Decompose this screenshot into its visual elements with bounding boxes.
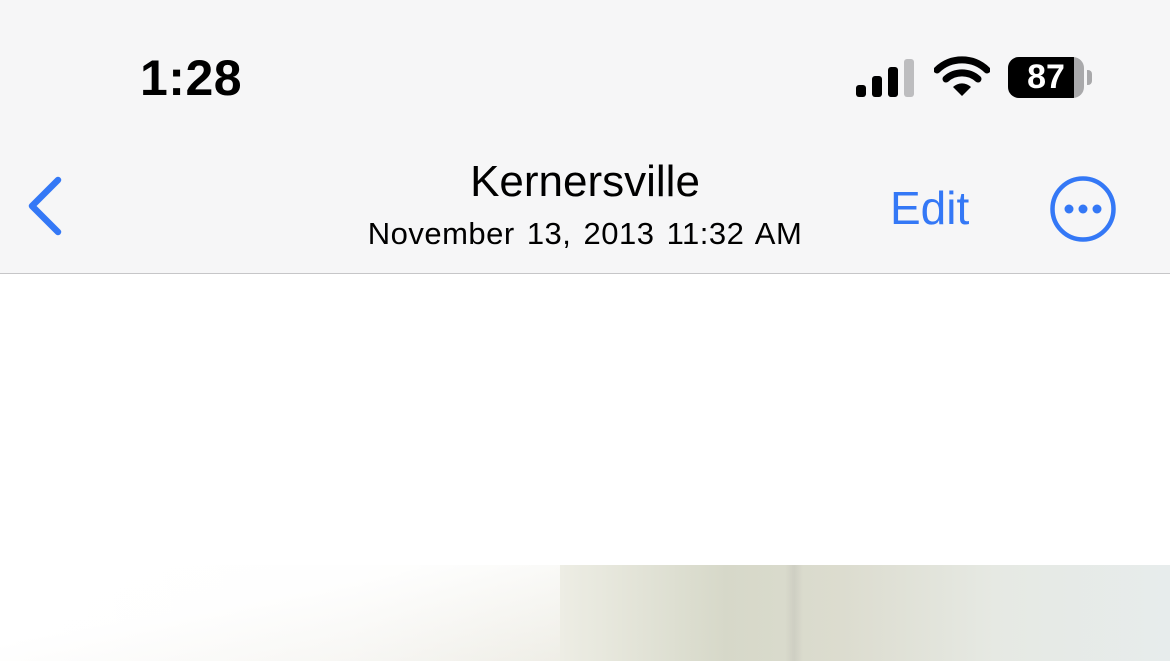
edit-button[interactable]: Edit: [890, 180, 969, 236]
status-time: 1:28: [140, 50, 243, 106]
signal-bar-1: [856, 85, 866, 97]
signal-bar-4: [904, 59, 914, 97]
battery-level: 87: [1027, 58, 1065, 96]
photo-viewer-screen: 1:28 87 Kernersville November 13, 2013 1…: [0, 0, 1170, 661]
photo-image[interactable]: [0, 565, 1170, 661]
ellipsis-circle-icon: [1050, 176, 1116, 242]
signal-bar-2: [872, 76, 882, 97]
cellular-signal-icon: [856, 59, 914, 97]
battery-nub: [1087, 70, 1092, 85]
nav-title: Kernersville: [470, 157, 700, 206]
more-options-button[interactable]: [1049, 175, 1117, 243]
wifi-icon: [934, 56, 990, 96]
battery-icon: 87: [1008, 57, 1092, 98]
back-button[interactable]: [20, 172, 70, 242]
signal-bar-3: [888, 67, 898, 97]
chevron-left-icon: [28, 176, 62, 236]
battery-body: 87: [1008, 57, 1084, 98]
nav-subtitle-datetime: November 13, 2013 11:32 AM: [367, 216, 803, 251]
